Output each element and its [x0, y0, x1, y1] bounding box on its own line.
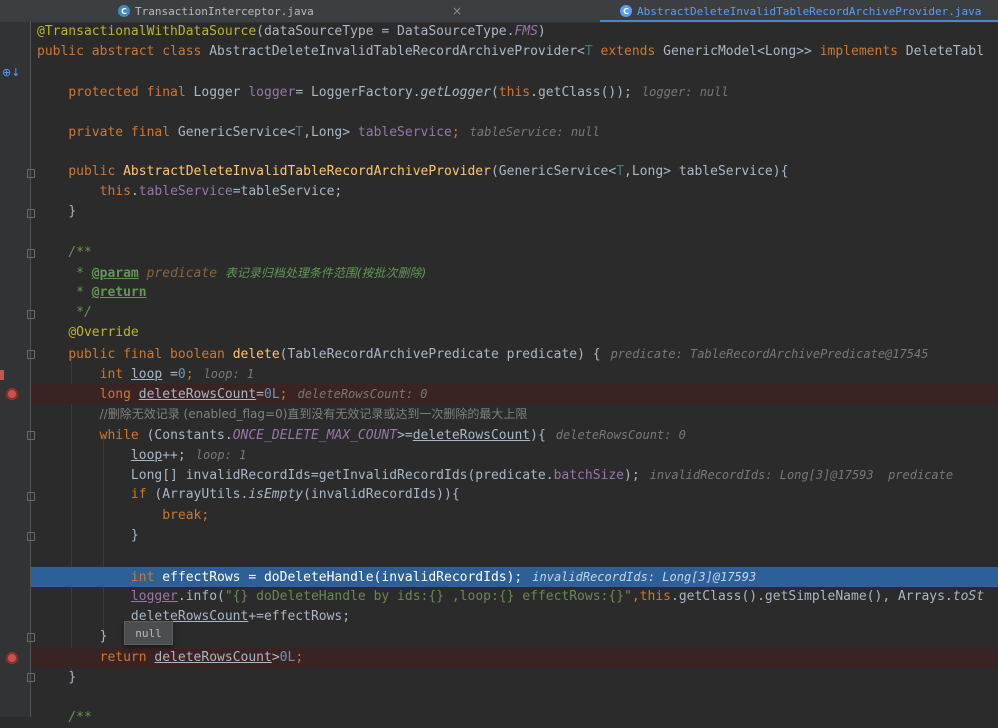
override-marker-icon[interactable] [0, 370, 4, 380]
code-line-13[interactable]: * @param predicate 表记录归档处理条件范围(按批次删除) [31, 263, 998, 283]
code-line-32-breakpoint[interactable]: return deleteRowsCount>0L; [31, 648, 998, 668]
inline-debug-value: predicate: TableRecordArchivePredicate@1… [610, 347, 929, 361]
close-tab-icon[interactable]: × [452, 0, 462, 22]
tab-label: TransactionInterceptor.java [135, 4, 314, 18]
code-line-25[interactable]: break; [31, 506, 998, 526]
inline-debug-value: deleteRowsCount: 0 [297, 387, 428, 401]
inline-debug-value: invalidRecordIds: Long[3]@17593 predicat… [649, 468, 954, 482]
inline-debug-value: tableService: null [469, 125, 600, 139]
code-line-21[interactable]: while (Constants.ONCE_DELETE_MAX_COUNT>=… [31, 425, 998, 445]
inline-debug-value: invalidRecordIds: Long[3]@17593 [532, 570, 757, 584]
code-line-14[interactable]: * @return [31, 283, 998, 303]
class-file-icon: C [118, 5, 130, 17]
code-line-6[interactable]: private final GenericService<T,Long> tab… [31, 122, 998, 142]
code-line-17[interactable]: public final boolean delete(TableRecordA… [31, 344, 998, 364]
inline-debug-value: deleteRowsCount: 0 [555, 428, 686, 442]
tab-label: AbstractDeleteInvalidTableRecordArchiveP… [637, 4, 982, 18]
inline-debug-value: loop: 1 [203, 367, 255, 381]
code-line-30[interactable]: deleteRowsCount+=effectRows; [31, 607, 998, 627]
code-line-23[interactable]: Long[] invalidRecordIds=getInvalidRecord… [31, 465, 998, 485]
tab-transaction-interceptor[interactable]: C TransactionInterceptor.java [118, 0, 314, 22]
code-line-12[interactable]: /** [31, 243, 998, 263]
code-line-20[interactable]: //删除无效记录 (enabled_flag=0)直到没有无效记录或达到一次删除… [31, 404, 998, 424]
code-editor[interactable]: @TransactionalWithDataSource(dataSourceT… [31, 22, 998, 725]
code-line-8[interactable]: public AbstractDeleteInvalidTableRecordA… [31, 162, 998, 182]
editor-tab-bar: C TransactionInterceptor.java × C Abstra… [0, 0, 998, 23]
code-line-15[interactable]: */ [31, 303, 998, 323]
code-line-10[interactable]: } [31, 202, 998, 222]
code-line-16[interactable]: @Override [31, 323, 998, 343]
code-line-33[interactable]: } [31, 668, 998, 688]
inline-debug-value: logger: null [641, 85, 729, 99]
code-line-18[interactable]: int loop =0; loop: 1 [31, 364, 998, 384]
abstract-class-file-icon: C [620, 5, 632, 17]
code-line-1[interactable]: @TransactionalWithDataSource(dataSourceT… [31, 22, 998, 42]
debug-value-tooltip: null [124, 621, 173, 645]
code-line-31[interactable]: } [31, 627, 998, 647]
code-line-28-current-execution[interactable]: int effectRows = doDeleteHandle(invalidR… [31, 567, 998, 587]
code-line-19-breakpoint[interactable]: long deleteRowsCount=0L; deleteRowsCount:… [31, 384, 998, 404]
breakpoint-icon[interactable] [6, 652, 18, 664]
code-line-2[interactable]: public abstract class AbstractDeleteInva… [31, 42, 998, 62]
breakpoint-icon[interactable] [6, 388, 18, 400]
code-line-4[interactable]: protected final Logger logger= LoggerFac… [31, 82, 998, 102]
implements-icon[interactable]: ⊕↓ [2, 66, 20, 79]
editor-gutter[interactable]: ⊕↓ [0, 22, 35, 717]
code-line-22[interactable]: loop++; loop: 1 [31, 445, 998, 465]
code-line-24[interactable]: if (ArrayUtils.isEmpty(invalidRecordIds)… [31, 485, 998, 505]
code-line-26[interactable]: } [31, 526, 998, 546]
code-line-35[interactable]: /** [31, 708, 998, 728]
code-line-29[interactable]: logger.info("{} doDeleteHandle by ids:{}… [31, 587, 998, 607]
code-line-9[interactable]: this.tableService=tableService; [31, 182, 998, 202]
inline-debug-value: loop: 1 [195, 448, 247, 462]
tab-abstract-delete-provider[interactable]: C AbstractDeleteInvalidTableRecordArchiv… [620, 0, 981, 22]
